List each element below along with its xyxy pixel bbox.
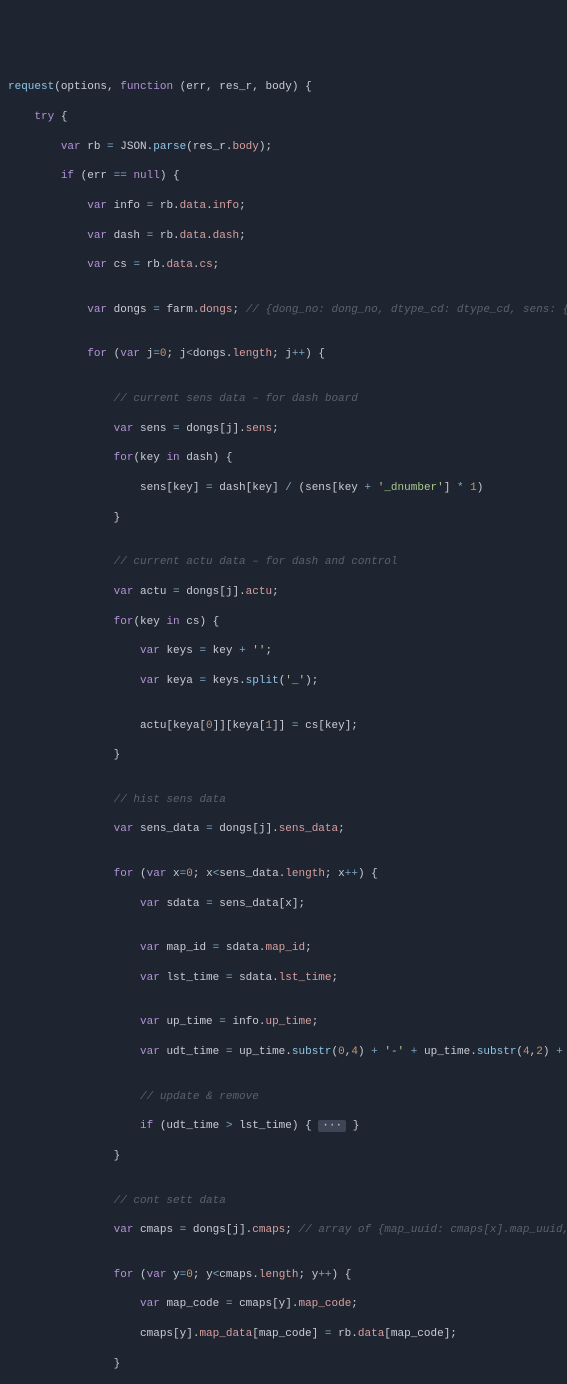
code-line: var dash = rb.data.dash;	[8, 229, 559, 244]
code-line: // update & remove	[8, 1090, 559, 1105]
code-line: for (var j=0; j<dongs.length; j++) {	[8, 347, 559, 362]
code-line: var cmaps = dongs[j].cmaps; // array of …	[8, 1223, 559, 1238]
code-line: for (var x=0; x<sens_data.length; x++) {	[8, 867, 559, 882]
code-line: var info = rb.data.info;	[8, 199, 559, 214]
code-line: var dongs = farm.dongs; // {dong_no: don…	[8, 303, 559, 318]
code-line: request(options, function (err, res_r, b…	[8, 80, 559, 95]
code-line: var rb = JSON.parse(res_r.body);	[8, 140, 559, 155]
code-line: }	[8, 1149, 559, 1164]
code-line: var sens_data = dongs[j].sens_data;	[8, 822, 559, 837]
code-line: for(key in cs) {	[8, 615, 559, 630]
code-line: sens[key] = dash[key] / (sens[key + '_dn…	[8, 481, 559, 496]
code-line: try {	[8, 110, 559, 125]
code-line: // cont sett data	[8, 1194, 559, 1209]
code-line: var cs = rb.data.cs;	[8, 258, 559, 273]
code-line: cmaps[y].map_data[map_code] = rb.data[ma…	[8, 1327, 559, 1342]
code-line: var map_code = cmaps[y].map_code;	[8, 1297, 559, 1312]
code-line: var keys = key + '';	[8, 644, 559, 659]
code-line: for(key in dash) {	[8, 451, 559, 466]
code-line: // current sens data – for dash board	[8, 392, 559, 407]
code-line: var sens = dongs[j].sens;	[8, 422, 559, 437]
code-fold-icon[interactable]: ···	[318, 1120, 346, 1132]
code-line: var keya = keys.split('_');	[8, 674, 559, 689]
code-line: actu[keya[0]][keya[1]] = cs[key];	[8, 719, 559, 734]
code-line: }	[8, 511, 559, 526]
code-line: }	[8, 748, 559, 763]
code-line: var sdata = sens_data[x];	[8, 897, 559, 912]
code-line: for (var y=0; y<cmaps.length; y++) {	[8, 1268, 559, 1283]
code-line: if (udt_time > lst_time) { ··· }	[8, 1119, 559, 1134]
code-line: var lst_time = sdata.lst_time;	[8, 971, 559, 986]
code-line: // current actu data – for dash and cont…	[8, 555, 559, 570]
code-line: // hist sens data	[8, 793, 559, 808]
code-line: var up_time = info.up_time;	[8, 1015, 559, 1030]
code-line: var map_id = sdata.map_id;	[8, 941, 559, 956]
code-line: var actu = dongs[j].actu;	[8, 585, 559, 600]
code-line: }	[8, 1357, 559, 1372]
code-line: if (err == null) {	[8, 169, 559, 184]
code-editor[interactable]: request(options, function (err, res_r, b…	[8, 65, 559, 1384]
code-line: var udt_time = up_time.substr(0,4) + '-'…	[8, 1045, 559, 1060]
